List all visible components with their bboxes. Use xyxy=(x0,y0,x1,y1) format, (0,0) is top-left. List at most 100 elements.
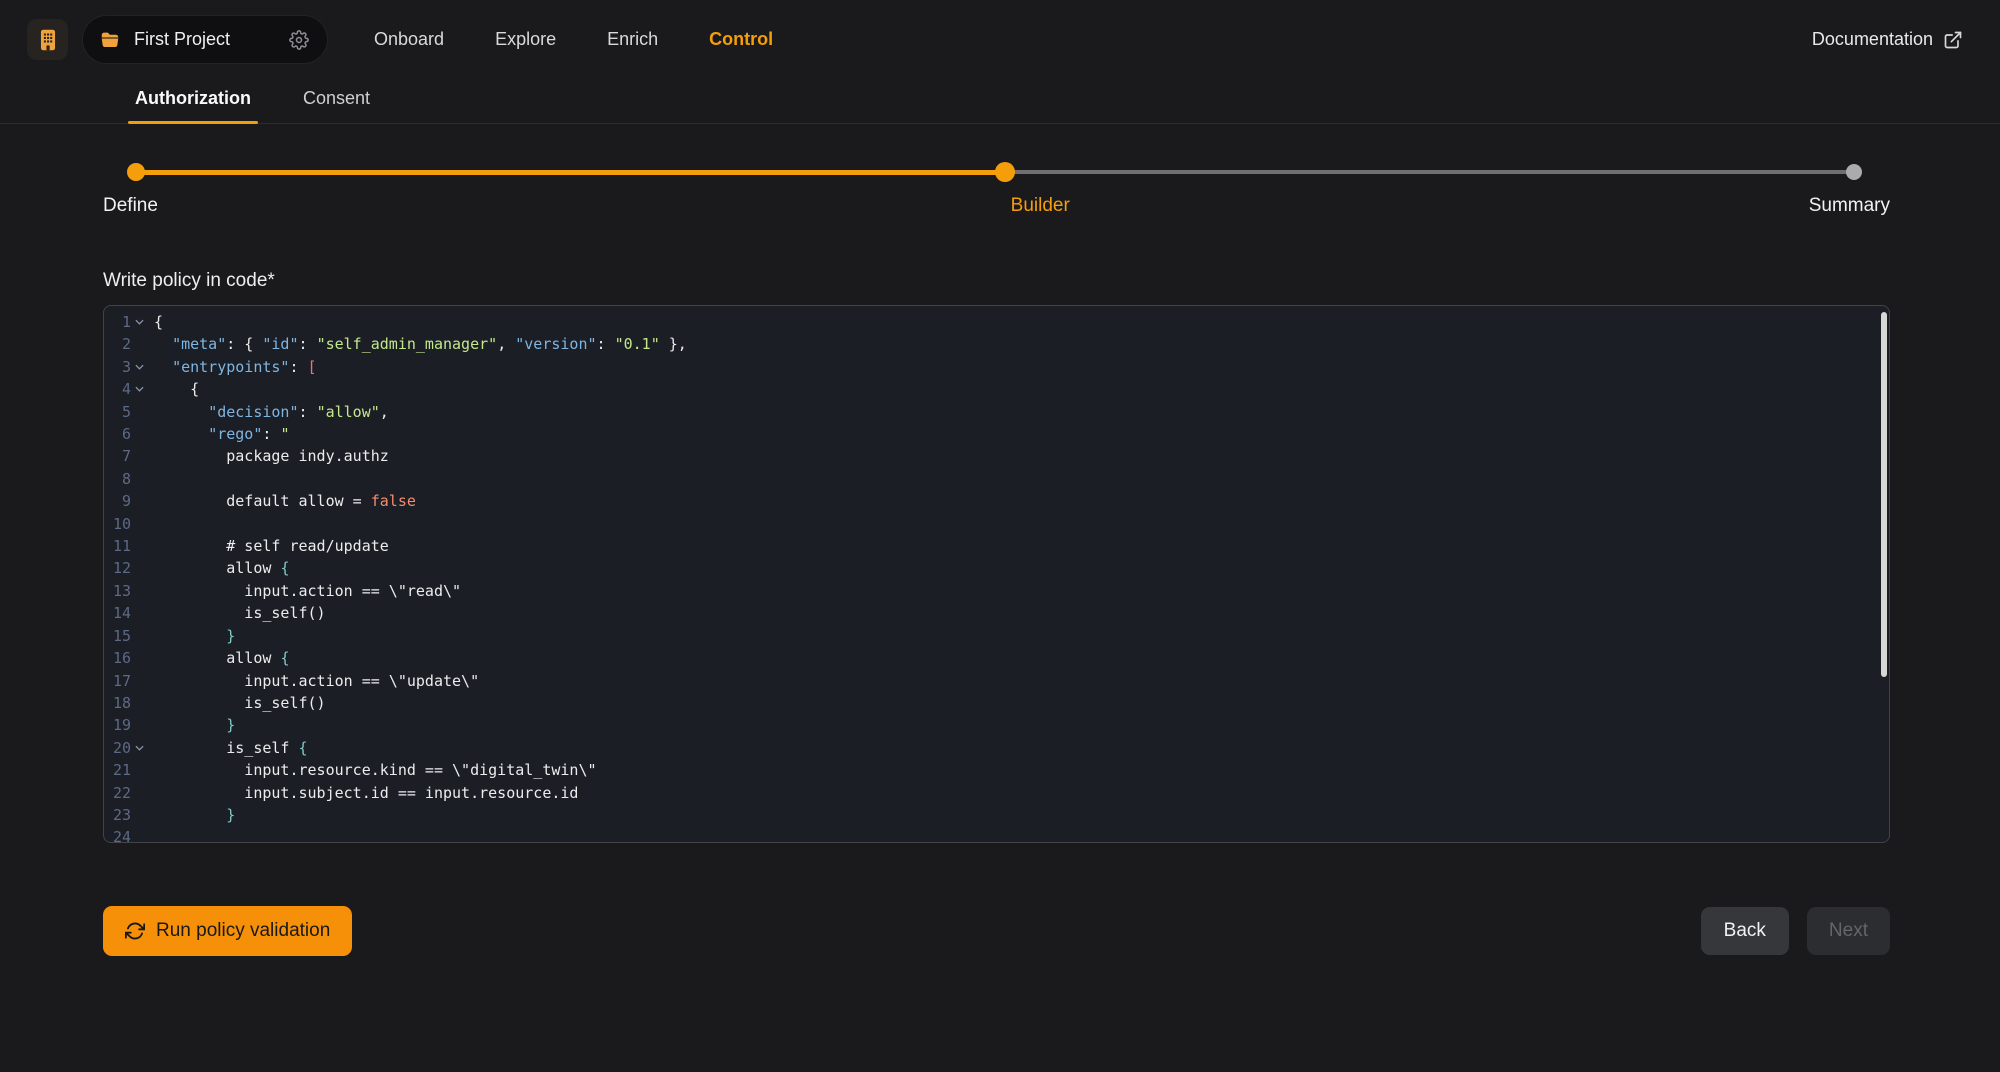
code-line: 22 input.subject.id == input.resource.id xyxy=(104,782,1889,804)
code-text: } xyxy=(148,714,235,736)
line-number: 17 xyxy=(104,670,131,692)
main-content: Define Builder Summary Write policy in c… xyxy=(103,162,1890,956)
code-line: 15 } xyxy=(104,625,1889,647)
code-line: 17 input.action == \"update\" xyxy=(104,670,1889,692)
code-text xyxy=(148,468,154,490)
building-icon xyxy=(35,27,61,53)
code-line: 4 { xyxy=(104,378,1889,400)
code-text: { xyxy=(148,378,199,400)
line-number: 7 xyxy=(104,445,131,467)
project-selector[interactable]: First Project xyxy=(82,15,328,64)
run-policy-validation-button[interactable]: Run policy validation xyxy=(103,906,352,956)
code-line: 7 package indy.authz xyxy=(104,445,1889,467)
nav-row: First Project Onboard Explore Enrich Con… xyxy=(27,15,1963,64)
stepper-progress-fill xyxy=(136,170,1005,175)
nav-item-onboard[interactable]: Onboard xyxy=(374,29,444,50)
line-number: 24 xyxy=(104,826,131,843)
code-line: 24 xyxy=(104,826,1889,843)
policy-code-editor[interactable]: 1{2 "meta": { "id": "self_admin_manager"… xyxy=(103,305,1890,843)
fold-chevron-icon[interactable] xyxy=(131,311,148,333)
documentation-link[interactable]: Documentation xyxy=(1812,29,1963,50)
code-text: allow { xyxy=(148,647,289,669)
code-line: 19 } xyxy=(104,714,1889,736)
nav-item-control[interactable]: Control xyxy=(709,29,773,50)
code-text: input.resource.kind == \"digital_twin\" xyxy=(148,759,597,781)
external-link-icon xyxy=(1943,30,1963,50)
line-number: 21 xyxy=(104,759,131,781)
code-text: input.action == \"update\" xyxy=(148,670,479,692)
line-number: 14 xyxy=(104,602,131,624)
fold-chevron-icon[interactable] xyxy=(131,737,148,759)
step-dot-define[interactable] xyxy=(127,163,145,181)
back-button[interactable]: Back xyxy=(1701,907,1789,955)
line-number: 4 xyxy=(104,378,131,400)
line-number: 18 xyxy=(104,692,131,714)
tab-authorization[interactable]: Authorization xyxy=(128,88,258,123)
line-number: 6 xyxy=(104,423,131,445)
refresh-icon xyxy=(125,921,145,941)
code-line: 23 } xyxy=(104,804,1889,826)
code-text: "meta": { "id": "self_admin_manager", "v… xyxy=(148,333,687,355)
active-tab-underline xyxy=(128,121,258,124)
documentation-label: Documentation xyxy=(1812,29,1933,50)
code-text xyxy=(148,826,154,843)
tab-consent[interactable]: Consent xyxy=(296,88,377,123)
code-text: "rego": " xyxy=(148,423,289,445)
code-line: 10 xyxy=(104,513,1889,535)
fold-chevron-icon[interactable] xyxy=(131,378,148,400)
code-text: package indy.authz xyxy=(148,445,389,467)
code-line: 20 is_self { xyxy=(104,737,1889,759)
next-button[interactable]: Next xyxy=(1807,907,1890,955)
line-number: 1 xyxy=(104,311,131,333)
code-text: allow { xyxy=(148,557,289,579)
nav-item-enrich[interactable]: Enrich xyxy=(607,29,658,50)
step-label-builder: Builder xyxy=(1011,195,1070,217)
run-button-label: Run policy validation xyxy=(156,920,330,942)
stepper-labels: Define Builder Summary xyxy=(103,195,1890,219)
step-dot-summary[interactable] xyxy=(1846,164,1862,180)
primary-nav: Onboard Explore Enrich Control xyxy=(374,29,773,50)
step-dot-builder[interactable] xyxy=(995,162,1015,182)
code-line: 14 is_self() xyxy=(104,602,1889,624)
code-text: # self read/update xyxy=(148,535,389,557)
fold-chevron-icon[interactable] xyxy=(131,356,148,378)
actions-row: Run policy validation Back Next xyxy=(103,906,1890,956)
code-text: { xyxy=(148,311,163,333)
line-number: 12 xyxy=(104,557,131,579)
code-line: 5 "decision": "allow", xyxy=(104,401,1889,423)
line-number: 20 xyxy=(104,737,131,759)
code-text: is_self() xyxy=(148,692,326,714)
code-line: 16 allow { xyxy=(104,647,1889,669)
editor-scrollbar-thumb[interactable] xyxy=(1881,312,1887,677)
nav-item-explore[interactable]: Explore xyxy=(495,29,556,50)
line-number: 19 xyxy=(104,714,131,736)
code-line: 18 is_self() xyxy=(104,692,1889,714)
app-logo[interactable] xyxy=(27,19,68,60)
code-line: 8 xyxy=(104,468,1889,490)
step-label-summary: Summary xyxy=(1809,195,1890,217)
code-text: input.action == \"read\" xyxy=(148,580,461,602)
code-line: 2 "meta": { "id": "self_admin_manager", … xyxy=(104,333,1889,355)
line-number: 5 xyxy=(104,401,131,423)
code-text: default allow = false xyxy=(148,490,416,512)
line-number: 11 xyxy=(104,535,131,557)
folder-icon xyxy=(99,29,121,51)
gear-icon[interactable] xyxy=(265,30,309,50)
code-text: is_self { xyxy=(148,737,308,759)
step-label-define: Define xyxy=(103,195,158,217)
sub-tabs: Authorization Consent xyxy=(0,88,2000,124)
code-line: 12 allow { xyxy=(104,557,1889,579)
project-name: First Project xyxy=(134,29,230,50)
tab-authorization-label: Authorization xyxy=(135,88,251,108)
line-number: 10 xyxy=(104,513,131,535)
code-line: 9 default allow = false xyxy=(104,490,1889,512)
line-number: 2 xyxy=(104,333,131,355)
editor-section-label: Write policy in code* xyxy=(103,270,1890,292)
code-lines: 1{2 "meta": { "id": "self_admin_manager"… xyxy=(104,311,1889,843)
code-line: 11 # self read/update xyxy=(104,535,1889,557)
code-text: } xyxy=(148,804,235,826)
code-text xyxy=(148,513,154,535)
code-text: input.subject.id == input.resource.id xyxy=(148,782,578,804)
policy-stepper: Define Builder Summary xyxy=(103,162,1890,254)
code-line: 1{ xyxy=(104,311,1889,333)
